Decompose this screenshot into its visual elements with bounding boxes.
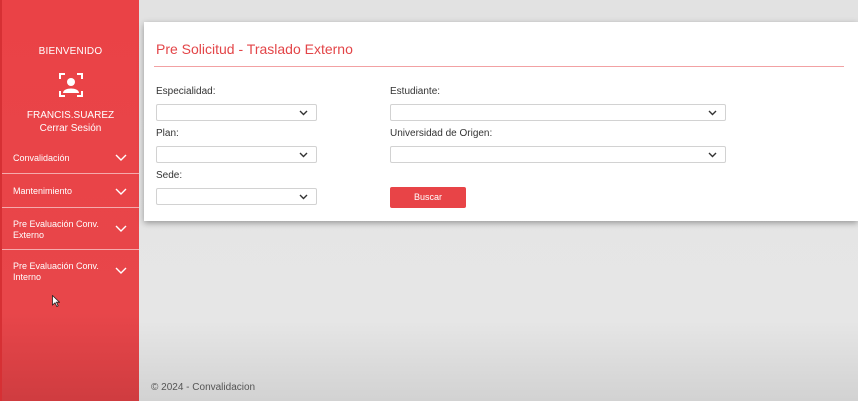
sidebar: BIENVENIDO FRANCIS.SUAREZ Cerrar Sesión …	[0, 0, 139, 401]
universidad-select[interactable]	[390, 146, 726, 163]
search-button[interactable]: Buscar	[390, 187, 466, 208]
footer-text: © 2024 - Convalidacion	[151, 382, 256, 393]
sidebar-item-pre-evaluacion-interno[interactable]: Pre Evaluación Conv. Interno	[2, 250, 139, 292]
sidebar-item-mantenimiento[interactable]: Mantenimiento	[2, 174, 139, 208]
sede-select[interactable]	[156, 188, 317, 205]
user-badge-icon	[59, 73, 83, 97]
chevron-down-icon	[708, 152, 717, 158]
page-title: Pre Solicitud - Traslado Externo	[156, 41, 353, 57]
chevron-down-icon	[299, 110, 308, 116]
mouse-cursor-icon	[52, 295, 60, 307]
search-form-card: Pre Solicitud - Traslado Externo Especia…	[144, 22, 858, 221]
username: FRANCIS.SUAREZ	[26, 110, 115, 121]
sidebar-item-label: Convalidación	[13, 153, 70, 163]
especialidad-label: Especialidad:	[156, 86, 216, 97]
sidebar-item-label: Pre Evaluación Conv. Externo	[13, 219, 99, 240]
chevron-down-icon	[299, 152, 308, 158]
plan-select[interactable]	[156, 146, 317, 163]
universidad-label: Universidad de Origen:	[390, 128, 493, 139]
especialidad-select[interactable]	[156, 104, 317, 121]
chevron-down-icon	[115, 154, 127, 161]
welcome-text: BIENVENIDO	[38, 46, 103, 57]
logout-link[interactable]: Cerrar Sesión	[2, 123, 139, 134]
chevron-down-icon	[115, 225, 127, 232]
chevron-down-icon	[299, 194, 308, 200]
chevron-down-icon	[115, 267, 127, 274]
estudiante-label: Estudiante:	[390, 86, 441, 97]
sidebar-item-pre-evaluacion-externo[interactable]: Pre Evaluación Conv. Externo	[2, 208, 139, 250]
sidebar-item-convalidacion[interactable]: Convalidación	[2, 140, 139, 174]
sidebar-item-label: Mantenimiento	[13, 186, 73, 196]
top-bar	[139, 0, 858, 22]
estudiante-select[interactable]	[390, 104, 726, 121]
title-divider	[154, 66, 844, 67]
chevron-down-icon	[115, 188, 127, 195]
sidebar-item-label: Pre Evaluación Conv. Interno	[13, 261, 99, 282]
sede-label: Sede:	[156, 170, 183, 181]
plan-label: Plan:	[156, 128, 179, 139]
chevron-down-icon	[708, 110, 717, 116]
